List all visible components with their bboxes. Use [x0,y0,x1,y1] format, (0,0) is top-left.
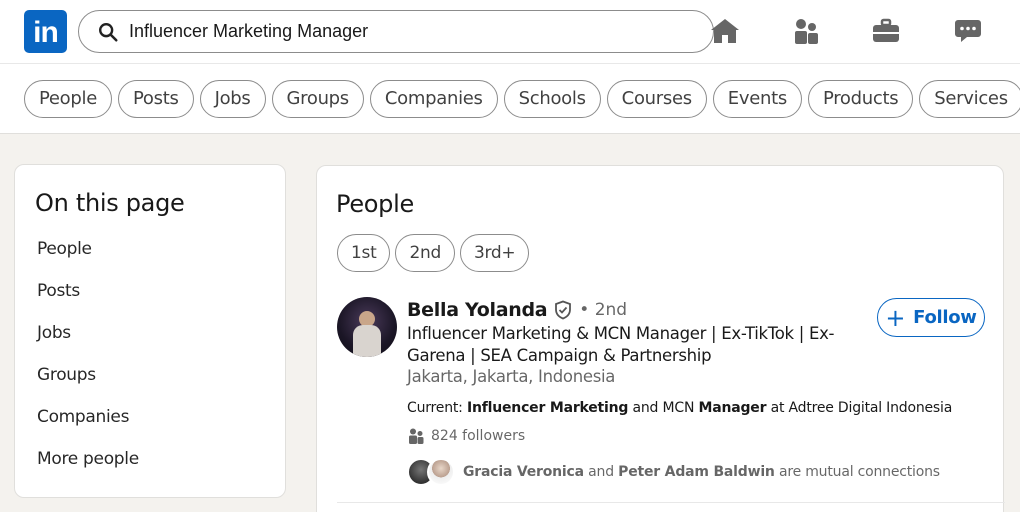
filter-posts[interactable]: Posts [118,80,194,118]
jobs-icon[interactable] [869,15,903,47]
on-this-page-item-companies[interactable]: Companies [37,403,139,445]
filter-pills: People Posts Jobs Groups Companies Schoo… [24,80,1020,118]
on-this-page-item-people[interactable]: People [37,235,139,277]
mutual-suffix: are mutual connections [778,464,940,480]
home-icon[interactable] [708,15,742,47]
filter-services[interactable]: Services [919,80,1020,118]
filter-1st[interactable]: 1st [337,234,391,272]
plus-icon: + [885,303,906,332]
filter-3rd-plus[interactable]: 3rd+ [459,234,530,272]
on-this-page-item-jobs[interactable]: Jobs [37,319,139,361]
verified-shield-icon [553,300,573,320]
linkedin-logo[interactable]: in [24,10,67,53]
search-bar[interactable] [78,10,714,53]
current-company: at Adtree Digital Indonesia [770,400,953,416]
top-navigation-bar: in [0,0,1020,64]
on-this-page-item-groups[interactable]: Groups [37,361,139,403]
search-icon [97,21,119,43]
followers-count: 824 followers [431,428,526,444]
on-this-page-item-posts[interactable]: Posts [37,277,139,319]
on-this-page-list: People Posts Jobs Groups Companies More … [37,235,139,487]
follow-label: Follow [913,307,977,328]
current-keyword-2: Manager [698,400,767,416]
on-this-page-title: On this page [35,189,185,217]
profile-location: Jakarta, Jakarta, Indonesia [407,367,616,386]
filter-products[interactable]: Products [807,80,914,118]
mutual-avatar-2 [427,458,455,486]
current-keyword-1: Influencer Marketing [466,400,629,416]
search-input[interactable] [129,21,689,42]
filter-schools[interactable]: Schools [503,80,601,118]
avatar-body [353,325,381,357]
mutual-name-2: Peter Adam Baldwin [618,464,775,480]
mutual-and: and [588,464,614,480]
filter-2nd[interactable]: 2nd [395,234,455,272]
follow-button[interactable]: + Follow [877,298,985,337]
profile-name[interactable]: Bella Yolanda [407,299,548,321]
filter-events[interactable]: Events [712,80,802,118]
on-this-page-card: On this page People Posts Jobs Groups Co… [14,164,286,498]
filter-companies[interactable]: Companies [369,80,498,118]
current-position: Current: Influencer Marketing and MCN Ma… [407,400,952,416]
people-section-title: People [336,190,414,218]
my-network-icon[interactable] [789,15,823,47]
people-results-card: People 1st 2nd 3rd+ Bella Yolanda • 2nd … [316,165,1005,512]
filter-people[interactable]: People [24,80,113,118]
filter-courses[interactable]: Courses [606,80,707,118]
current-middle: and MCN [632,400,695,416]
mutual-connections[interactable]: Gracia Veronica and Peter Adam Baldwin a… [407,458,940,486]
filter-jobs[interactable]: Jobs [199,80,266,118]
profile-headline: Influencer Marketing & MCN Manager | Ex-… [407,324,835,365]
followers-row: 824 followers [407,427,525,445]
on-this-page-item-more-people[interactable]: More people [37,445,139,487]
search-filter-bar: People Posts Jobs Groups Companies Schoo… [0,64,1020,134]
mutual-name-1: Gracia Veronica [463,464,584,480]
result-name-row: Bella Yolanda • 2nd [407,299,627,321]
people-icon [407,427,425,445]
current-label: Current: [407,400,463,416]
connection-filters: 1st 2nd 3rd+ [337,234,530,272]
profile-avatar[interactable] [337,297,397,357]
result-divider [337,502,1005,503]
filter-groups[interactable]: Groups [271,80,364,118]
messaging-icon[interactable] [951,15,985,47]
connection-degree: • 2nd [579,300,628,320]
